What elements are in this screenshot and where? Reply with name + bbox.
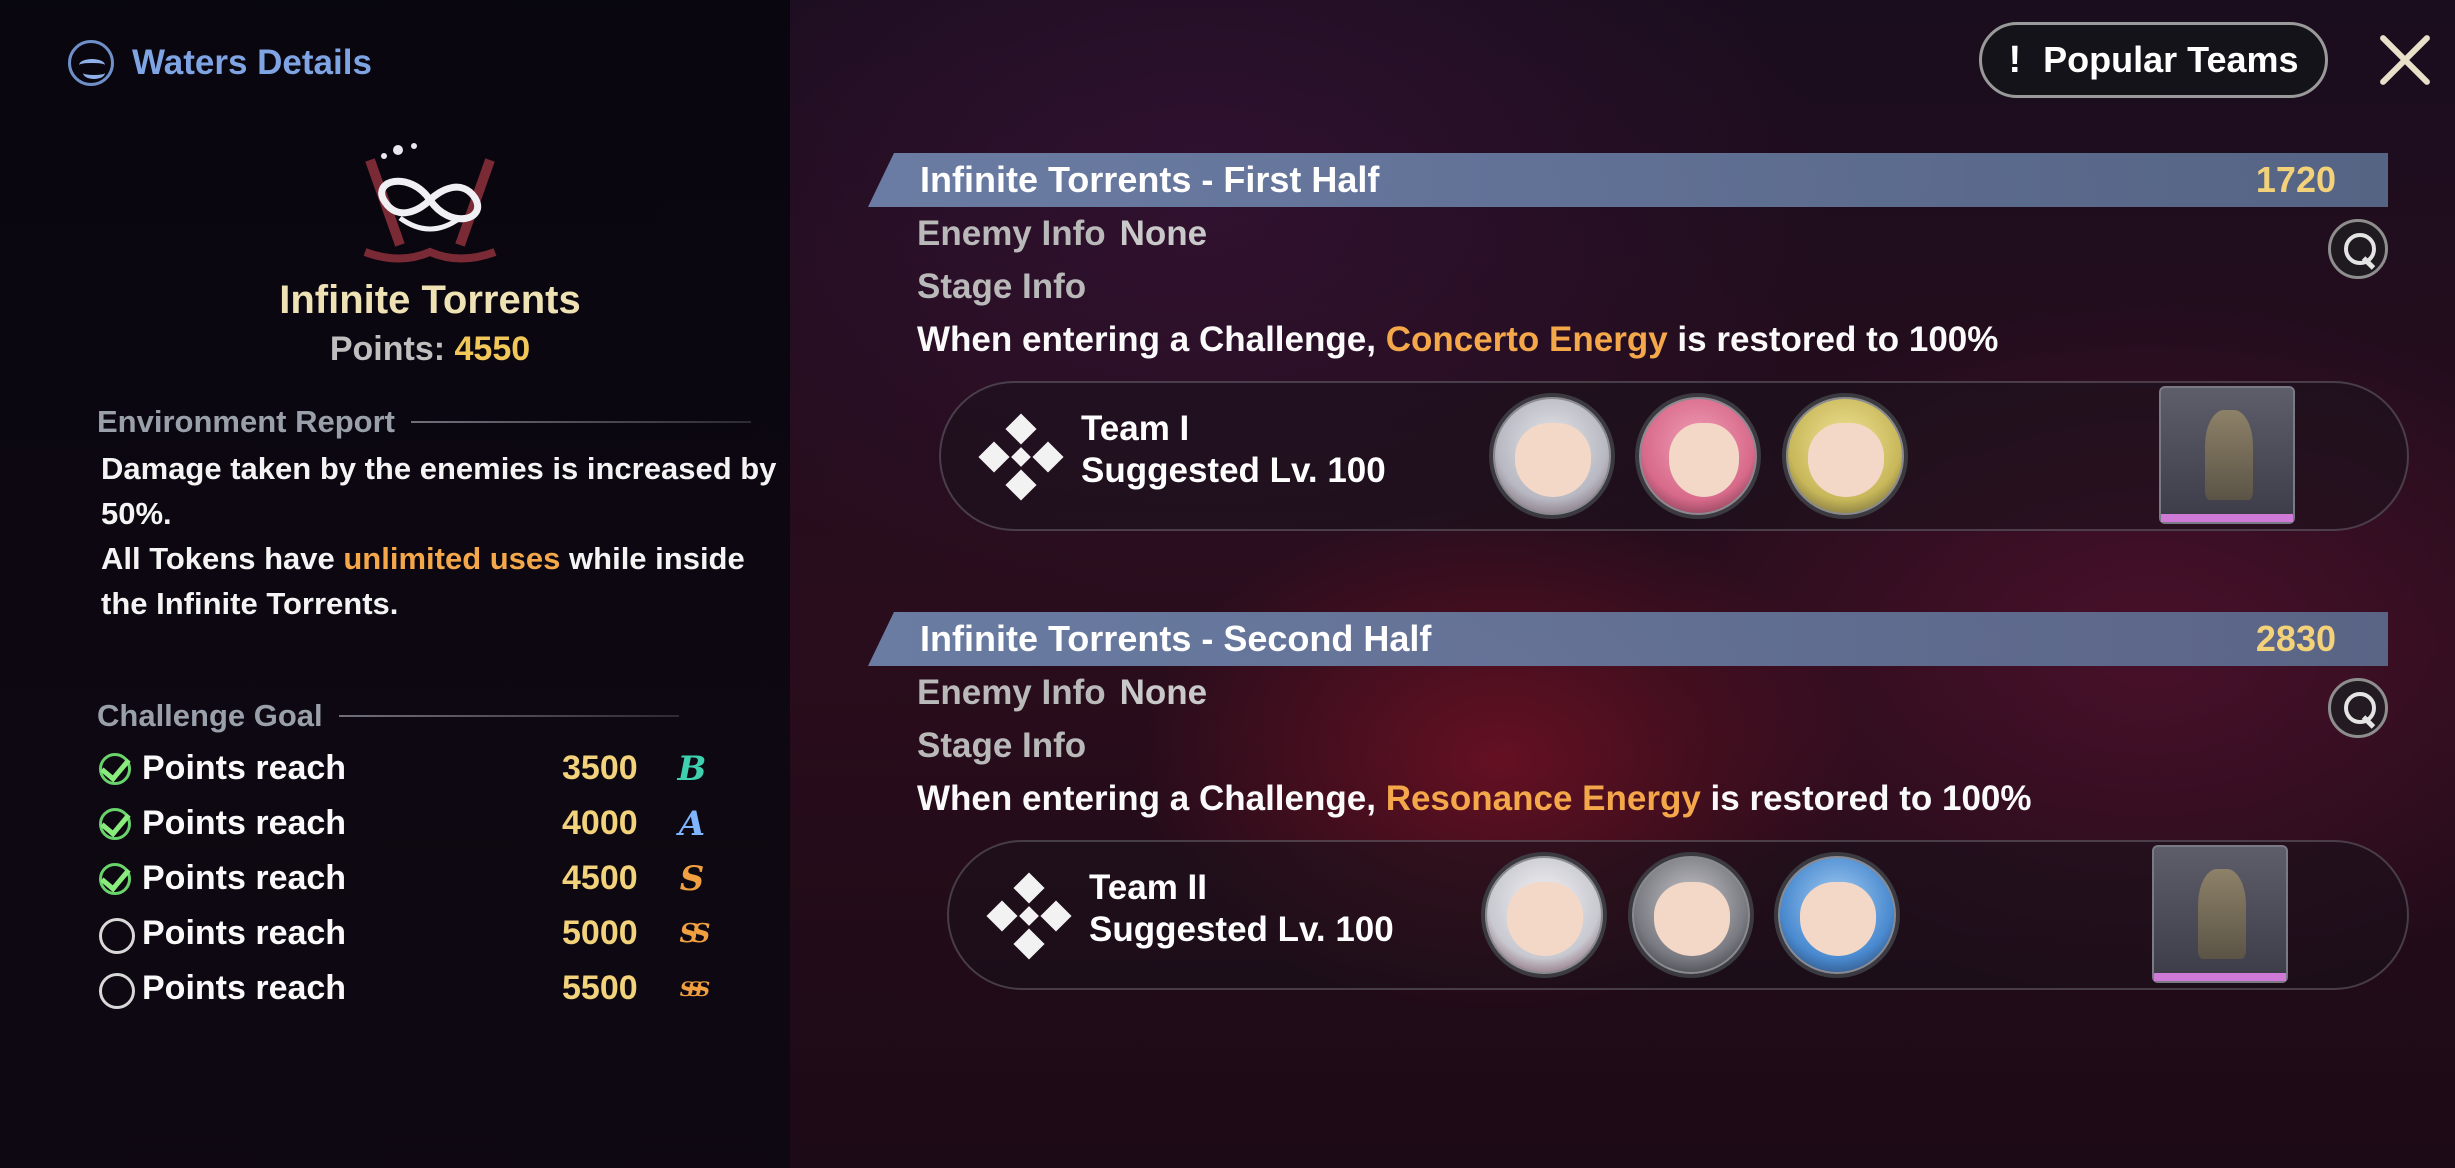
stage-body: Enemy Info None Stage Info When entering … bbox=[868, 666, 2409, 990]
goal-row: Points reach 4500 S bbox=[96, 851, 746, 906]
goal-heading-text: Challenge Goal bbox=[97, 698, 323, 733]
environment-report-heading: Environment Report bbox=[97, 404, 751, 440]
empty-circle-icon bbox=[96, 915, 135, 954]
check-icon bbox=[96, 750, 134, 788]
enemy-info-value: None bbox=[1119, 673, 1208, 712]
avatar-face bbox=[1800, 882, 1876, 956]
challenge-goal-list: Points reach 3500 B Points reach 4000 A … bbox=[96, 741, 746, 1016]
points-label: Points: bbox=[329, 330, 446, 368]
points-value: 4550 bbox=[454, 330, 531, 368]
team-suggested-level: Suggested Lv. 100 bbox=[1089, 910, 1394, 949]
echo-card[interactable] bbox=[2152, 845, 2288, 983]
enemy-info-row: Enemy Info None bbox=[917, 214, 1208, 253]
enemy-info-value: None bbox=[1119, 214, 1208, 253]
challenge-goal-heading: Challenge Goal bbox=[97, 698, 679, 734]
close-icon[interactable] bbox=[2372, 28, 2436, 92]
environment-line-1: Damage taken by the enemies is increased… bbox=[101, 451, 777, 531]
character-avatar[interactable] bbox=[1628, 852, 1754, 978]
resonance-energy-highlight: Resonance Energy bbox=[1385, 779, 1701, 818]
enemy-search-icon[interactable] bbox=[2328, 219, 2388, 279]
stage-score: 1720 bbox=[2255, 159, 2336, 200]
avatar-face bbox=[1515, 423, 1591, 497]
check-icon bbox=[96, 860, 134, 898]
rank-b-icon: B bbox=[677, 748, 707, 789]
team-emblem-icon bbox=[986, 872, 1072, 960]
echo-bust-icon bbox=[2205, 410, 2253, 500]
stage-title: Infinite Torrents - Second Half bbox=[920, 618, 1432, 659]
stage-description: When entering a Challenge, Concerto Ener… bbox=[917, 320, 1999, 359]
stage-header: Infinite Torrents - First Half 1720 bbox=[868, 153, 2388, 207]
echo-card[interactable] bbox=[2159, 386, 2295, 524]
goal-row: Points reach 3500 B bbox=[96, 741, 746, 796]
character-avatar[interactable] bbox=[1635, 393, 1761, 519]
environment-report-text: Damage taken by the enemies is increased… bbox=[101, 446, 791, 626]
total-points: Points: 4550 bbox=[0, 330, 860, 369]
enemy-search-icon[interactable] bbox=[2328, 678, 2388, 738]
rank-sss-icon: SSS bbox=[679, 976, 710, 1001]
environment-line-2: All Tokens have unlimited uses while ins… bbox=[101, 541, 745, 621]
popular-teams-button[interactable]: ! Popular Teams bbox=[1979, 22, 2328, 98]
waters-back-icon[interactable] bbox=[68, 40, 114, 86]
exclamation-icon: ! bbox=[2008, 38, 2022, 81]
check-icon bbox=[96, 805, 134, 843]
avatar-face bbox=[1654, 882, 1730, 956]
rank-s-icon: S bbox=[679, 858, 705, 899]
environment-heading-text: Environment Report bbox=[97, 404, 395, 439]
rank-a-icon: A bbox=[678, 803, 706, 844]
stage-second-half: Infinite Torrents - Second Half 2830 Ene… bbox=[868, 612, 2409, 990]
enemy-info-row: Enemy Info None bbox=[917, 673, 1208, 712]
avatar-face bbox=[1507, 882, 1583, 956]
left-panel: Waters Details Infinite Torrents Points:… bbox=[0, 0, 790, 1168]
empty-circle-icon bbox=[96, 970, 135, 1009]
character-avatar[interactable] bbox=[1782, 393, 1908, 519]
rank-ss-icon: SS bbox=[679, 918, 711, 949]
heading-divider bbox=[410, 421, 751, 423]
character-avatar[interactable] bbox=[1481, 852, 1607, 978]
team-emblem-icon bbox=[978, 413, 1064, 501]
popular-teams-label: Popular Teams bbox=[2043, 39, 2299, 80]
avatar-face bbox=[1669, 423, 1739, 497]
stage-info-label: Stage Info bbox=[917, 726, 1087, 765]
team-card[interactable]: Team II Suggested Lv. 100 bbox=[947, 840, 2409, 990]
stage-header: Infinite Torrents - Second Half 2830 bbox=[868, 612, 2388, 666]
goal-row: Points reach 5500 SSS bbox=[96, 961, 746, 1016]
infinite-torrents-emblem-icon bbox=[363, 143, 497, 263]
unlimited-uses-highlight: unlimited uses bbox=[343, 541, 561, 576]
avatar-face bbox=[1808, 423, 1884, 497]
goal-row: Points reach 4000 A bbox=[96, 796, 746, 851]
goal-row: Points reach 5000 SS bbox=[96, 906, 746, 961]
character-avatar[interactable] bbox=[1774, 852, 1900, 978]
team-suggested-level: Suggested Lv. 100 bbox=[1081, 451, 1386, 490]
stage-info-label: Stage Info bbox=[917, 267, 1087, 306]
heading-divider bbox=[338, 715, 679, 717]
stage-description: When entering a Challenge, Resonance Ene… bbox=[917, 779, 2032, 818]
mode-title: Infinite Torrents bbox=[279, 278, 581, 322]
team-name: Team II bbox=[1089, 868, 1208, 907]
team-card[interactable]: Team I Suggested Lv. 100 bbox=[939, 381, 2409, 531]
stage-body: Enemy Info None Stage Info When entering … bbox=[868, 207, 2409, 531]
concerto-energy-highlight: Concerto Energy bbox=[1385, 320, 1668, 359]
back-title[interactable]: Waters Details bbox=[132, 43, 372, 83]
stage-first-half: Infinite Torrents - First Half 1720 Enem… bbox=[868, 153, 2409, 531]
echo-bust-icon bbox=[2198, 869, 2246, 959]
team-name: Team I bbox=[1081, 409, 1190, 448]
stage-score: 2830 bbox=[2255, 618, 2336, 659]
back-button[interactable]: Waters Details bbox=[68, 40, 372, 86]
stage-title: Infinite Torrents - First Half bbox=[920, 159, 1380, 200]
character-avatar[interactable] bbox=[1489, 393, 1615, 519]
